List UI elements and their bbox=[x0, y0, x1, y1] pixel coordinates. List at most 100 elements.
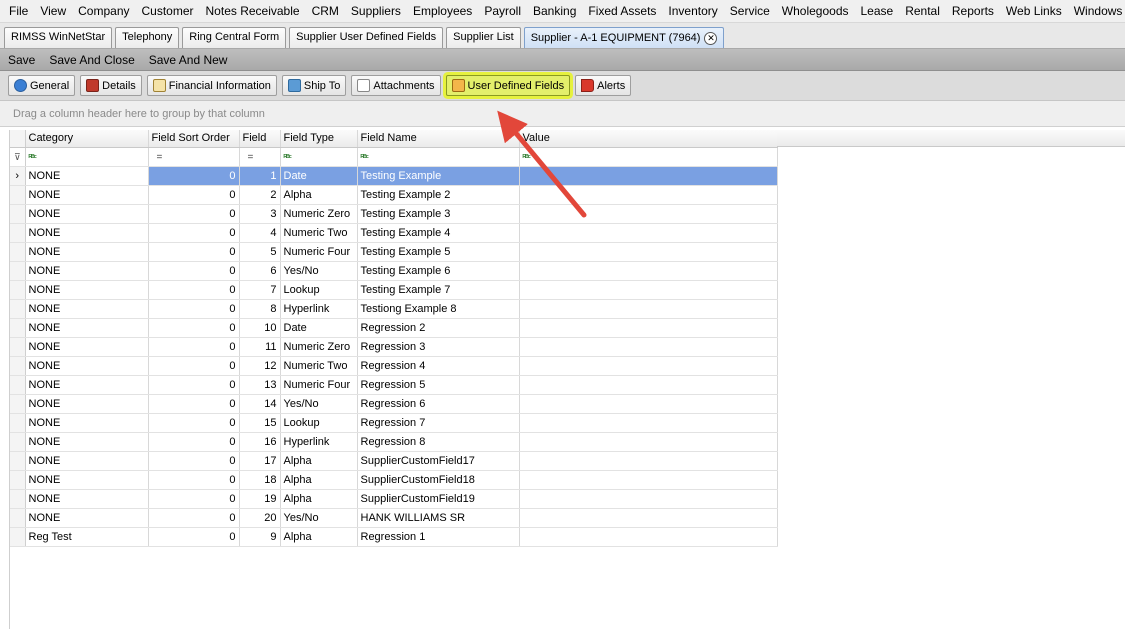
menu-item-web-links[interactable]: Web Links bbox=[1000, 0, 1068, 22]
cell-category[interactable]: NONE bbox=[25, 508, 149, 528]
doc-tab-ring-central-form[interactable]: Ring Central Form bbox=[182, 27, 287, 48]
row-indicator[interactable] bbox=[10, 451, 26, 471]
cell-category[interactable]: NONE bbox=[25, 242, 149, 262]
cell-field-type[interactable]: Alpha bbox=[280, 470, 358, 490]
cell-field-sort-order[interactable]: 0 bbox=[148, 375, 240, 395]
cell-field-name[interactable]: Testing Example 3 bbox=[357, 204, 520, 224]
cell-field-sort-order[interactable]: 0 bbox=[148, 204, 240, 224]
cell-category[interactable]: NONE bbox=[25, 337, 149, 357]
table-row[interactable]: › NONE 0 1 Date Testing Example bbox=[10, 166, 778, 186]
menu-item-payroll[interactable]: Payroll bbox=[478, 0, 527, 22]
row-indicator[interactable] bbox=[10, 432, 26, 452]
cell-category[interactable]: NONE bbox=[25, 166, 149, 186]
row-indicator[interactable] bbox=[10, 508, 26, 528]
cell-category[interactable]: NONE bbox=[25, 261, 149, 281]
cell-field-type[interactable]: Numeric Two bbox=[280, 356, 358, 376]
menu-item-rental[interactable]: Rental bbox=[899, 0, 946, 22]
filter-funnel-icon[interactable]: ⊽ bbox=[14, 152, 21, 162]
table-row[interactable]: NONE 0 17 Alpha SupplierCustomField17 bbox=[10, 451, 778, 471]
cell-field[interactable]: 4 bbox=[239, 223, 281, 243]
cell-field[interactable]: 2 bbox=[239, 185, 281, 205]
row-indicator[interactable] bbox=[10, 337, 26, 357]
cell-category[interactable]: NONE bbox=[25, 280, 149, 300]
cell-field[interactable]: 17 bbox=[239, 451, 281, 471]
cell-field[interactable]: 5 bbox=[239, 242, 281, 262]
cell-field-type[interactable]: Date bbox=[280, 166, 358, 186]
cell-field[interactable]: 16 bbox=[239, 432, 281, 452]
cell-field-type[interactable]: Yes/No bbox=[280, 508, 358, 528]
doc-tab-supplier-list[interactable]: Supplier List bbox=[446, 27, 521, 48]
row-indicator[interactable] bbox=[10, 204, 26, 224]
cell-field-sort-order[interactable]: 0 bbox=[148, 280, 240, 300]
cell-value[interactable] bbox=[519, 242, 778, 262]
table-row[interactable]: NONE 0 13 Numeric Four Regression 5 bbox=[10, 375, 778, 395]
cell-field-type[interactable]: Alpha bbox=[280, 489, 358, 509]
row-indicator[interactable] bbox=[10, 527, 26, 547]
cell-field-type[interactable]: Yes/No bbox=[280, 261, 358, 281]
cell-field-type[interactable]: Alpha bbox=[280, 185, 358, 205]
filter-cell-category[interactable]: ᴿᴮᶜ bbox=[25, 147, 149, 167]
cell-category[interactable]: NONE bbox=[25, 432, 149, 452]
row-indicator[interactable] bbox=[10, 413, 26, 433]
cell-field-type[interactable]: Hyperlink bbox=[280, 299, 358, 319]
cell-value[interactable] bbox=[519, 451, 778, 471]
cell-field-type[interactable]: Numeric Two bbox=[280, 223, 358, 243]
table-row[interactable]: NONE 0 12 Numeric Two Regression 4 bbox=[10, 356, 778, 376]
cell-field-name[interactable]: Regression 3 bbox=[357, 337, 520, 357]
menu-item-suppliers[interactable]: Suppliers bbox=[345, 0, 407, 22]
table-row[interactable]: NONE 0 8 Hyperlink Testiong Example 8 bbox=[10, 299, 778, 319]
cell-value[interactable] bbox=[519, 299, 778, 319]
table-row[interactable]: NONE 0 3 Numeric Zero Testing Example 3 bbox=[10, 204, 778, 224]
table-row[interactable]: NONE 0 16 Hyperlink Regression 8 bbox=[10, 432, 778, 452]
equals-filter-icon[interactable]: = bbox=[157, 152, 163, 163]
cell-field-name[interactable]: Testing Example bbox=[357, 166, 520, 186]
filter-cell-field-sort-order[interactable]: = bbox=[148, 147, 240, 167]
cell-field-sort-order[interactable]: 0 bbox=[148, 413, 240, 433]
table-row[interactable]: NONE 0 15 Lookup Regression 7 bbox=[10, 413, 778, 433]
cell-field-name[interactable]: Regression 6 bbox=[357, 394, 520, 414]
save-and-new-button[interactable]: Save And New bbox=[149, 53, 228, 67]
cell-value[interactable] bbox=[519, 470, 778, 490]
cell-field-sort-order[interactable]: 0 bbox=[148, 318, 240, 338]
cell-field-name[interactable]: Regression 8 bbox=[357, 432, 520, 452]
row-indicator[interactable] bbox=[10, 299, 26, 319]
cell-category[interactable]: NONE bbox=[25, 451, 149, 471]
menu-item-employees[interactable]: Employees bbox=[407, 0, 478, 22]
cell-field-type[interactable]: Date bbox=[280, 318, 358, 338]
cell-field[interactable]: 20 bbox=[239, 508, 281, 528]
tab-alerts[interactable]: Alerts bbox=[575, 75, 632, 96]
cell-field[interactable]: 9 bbox=[239, 527, 281, 547]
cell-field[interactable]: 8 bbox=[239, 299, 281, 319]
text-filter-icon[interactable]: ᴿᴮᶜ bbox=[284, 153, 292, 162]
cell-field-sort-order[interactable]: 0 bbox=[148, 508, 240, 528]
cell-value[interactable] bbox=[519, 527, 778, 547]
cell-category[interactable]: NONE bbox=[25, 470, 149, 490]
cell-value[interactable] bbox=[519, 185, 778, 205]
cell-value[interactable] bbox=[519, 204, 778, 224]
cell-field-type[interactable]: Numeric Four bbox=[280, 242, 358, 262]
column-header-value[interactable]: Value bbox=[519, 130, 778, 148]
cell-field-sort-order[interactable]: 0 bbox=[148, 261, 240, 281]
cell-field-sort-order[interactable]: 0 bbox=[148, 356, 240, 376]
cell-field-name[interactable]: Testing Example 2 bbox=[357, 185, 520, 205]
table-row[interactable]: NONE 0 19 Alpha SupplierCustomField19 bbox=[10, 489, 778, 509]
save-and-close-button[interactable]: Save And Close bbox=[49, 53, 134, 67]
cell-field-sort-order[interactable]: 0 bbox=[148, 489, 240, 509]
cell-value[interactable] bbox=[519, 166, 778, 186]
cell-field-sort-order[interactable]: 0 bbox=[148, 185, 240, 205]
doc-tab-rimss-winnetstar[interactable]: RIMSS WinNetStar bbox=[4, 27, 113, 48]
save-button[interactable]: Save bbox=[8, 53, 35, 67]
cell-field-sort-order[interactable]: 0 bbox=[148, 527, 240, 547]
cell-field-name[interactable]: Regression 7 bbox=[357, 413, 520, 433]
table-row[interactable]: NONE 0 5 Numeric Four Testing Example 5 bbox=[10, 242, 778, 262]
menu-item-view[interactable]: View bbox=[34, 0, 72, 22]
cell-field-sort-order[interactable]: 0 bbox=[148, 166, 240, 186]
row-indicator[interactable] bbox=[10, 223, 26, 243]
cell-field-sort-order[interactable]: 0 bbox=[148, 394, 240, 414]
row-indicator[interactable] bbox=[10, 261, 26, 281]
text-filter-icon[interactable]: ᴿᴮᶜ bbox=[29, 153, 37, 162]
filter-cell-field-name[interactable]: ᴿᴮᶜ bbox=[357, 147, 520, 167]
cell-field[interactable]: 10 bbox=[239, 318, 281, 338]
cell-category[interactable]: NONE bbox=[25, 356, 149, 376]
tab-financial-information[interactable]: Financial Information bbox=[146, 75, 277, 96]
